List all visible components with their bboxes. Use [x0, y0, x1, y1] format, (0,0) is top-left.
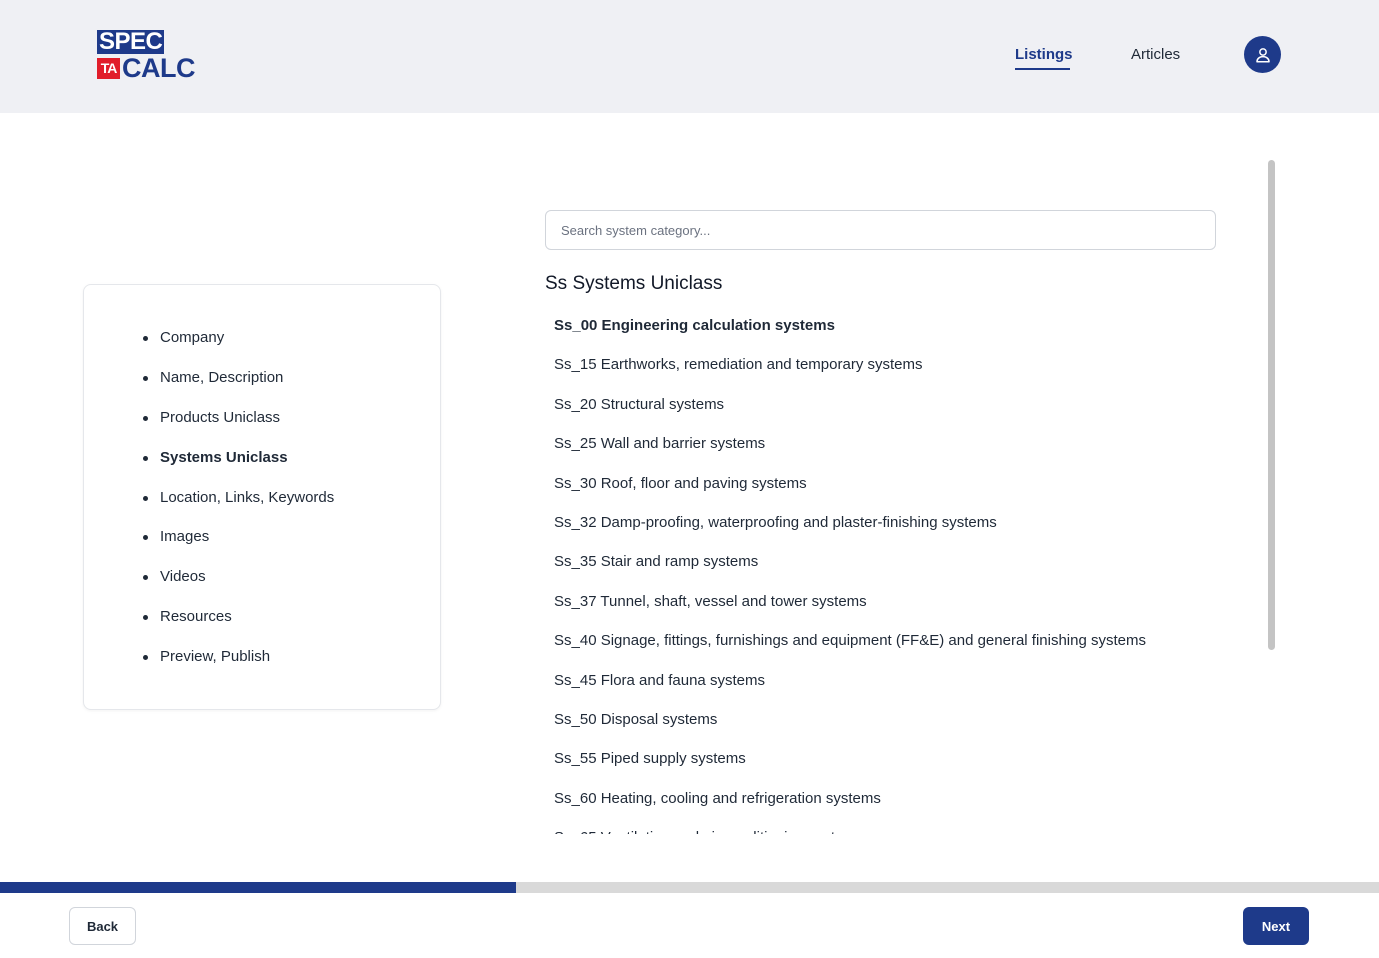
category-item[interactable]: Ss_50 Disposal systems [545, 701, 1245, 740]
scrollbar-thumb[interactable] [1268, 160, 1275, 650]
category-item[interactable]: Ss_00 Engineering calculation systems [545, 307, 1245, 346]
step-item-preview-publish[interactable]: Preview, Publish [141, 646, 334, 686]
logo-spec-text: SPEC [97, 28, 165, 55]
user-icon [1255, 47, 1270, 62]
top-header: SPEC TA CALC Listings Articles [0, 0, 1379, 113]
category-item[interactable]: Ss_25 Wall and barrier systems [545, 425, 1245, 464]
step-item-resources[interactable]: Resources [141, 606, 334, 646]
steps-list: Company Name, Description Products Uniclas… [141, 327, 334, 686]
user-avatar-button[interactable] [1244, 36, 1281, 73]
category-item[interactable]: Ss_30 Roof, floor and paving systems [545, 465, 1245, 504]
back-button[interactable]: Back [69, 907, 136, 945]
logo-ta-badge: TA [97, 58, 120, 79]
category-item[interactable]: Ss_15 Earthworks, remediation and tempor… [545, 346, 1245, 385]
progress-bar [0, 882, 1379, 893]
steps-card: Company Name, Description Products Uniclas… [83, 284, 441, 710]
category-list[interactable]: Ss_00 Engineering calculation systems Ss_… [545, 307, 1245, 834]
section-title: Ss Systems Uniclass [545, 273, 723, 294]
category-item[interactable]: Ss_45 Flora and fauna systems [545, 662, 1245, 701]
step-item-location-links-keywords[interactable]: Location, Links, Keywords [141, 487, 334, 527]
category-item[interactable]: Ss_35 Stair and ramp systems [545, 543, 1245, 582]
step-item-images[interactable]: Images [141, 526, 334, 566]
category-item[interactable]: Ss_40 Signage, fittings, furnishings and… [545, 622, 1245, 661]
category-item[interactable]: Ss_32 Damp-proofing, waterproofing and p… [545, 504, 1245, 543]
category-item[interactable]: Ss_37 Tunnel, shaft, vessel and tower sy… [545, 583, 1245, 622]
step-item-products-uniclass[interactable]: Products Uniclass [141, 407, 334, 447]
category-item[interactable]: Ss_55 Piped supply systems [545, 740, 1245, 779]
nav-listings-link[interactable]: Listings [1015, 46, 1073, 64]
step-item-company[interactable]: Company [141, 327, 334, 367]
category-item[interactable]: Ss_20 Structural systems [545, 386, 1245, 425]
progress-fill [0, 882, 516, 893]
category-item[interactable]: Ss_60 Heating, cooling and refrigeration… [545, 780, 1245, 819]
nav-active-indicator [1015, 68, 1070, 70]
step-item-systems-uniclass[interactable]: Systems Uniclass [141, 447, 334, 487]
next-button[interactable]: Next [1243, 907, 1309, 945]
step-item-videos[interactable]: Videos [141, 566, 334, 606]
spec-calc-logo[interactable]: SPEC TA CALC [97, 28, 196, 83]
nav-articles-link[interactable]: Articles [1131, 46, 1180, 64]
step-item-name-description[interactable]: Name, Description [141, 367, 334, 407]
logo-calc-text: CALC [122, 53, 196, 83]
search-system-category-input[interactable] [545, 210, 1216, 250]
category-item[interactable]: Ss_65 Ventilation and air conditioning s… [545, 819, 1245, 834]
